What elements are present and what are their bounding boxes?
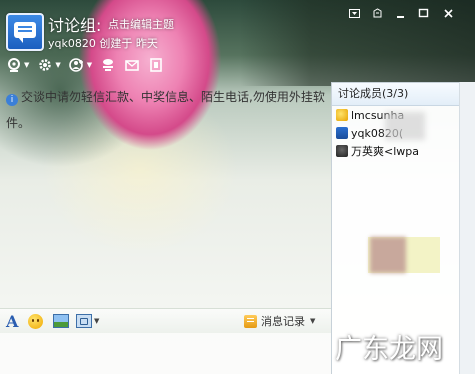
settings-icon [39, 59, 52, 71]
edit-subject-link[interactable]: 点击编辑主题 [108, 16, 174, 32]
close-icon[interactable] [438, 6, 459, 20]
message-history-button[interactable]: 消息记录 ▼ [244, 313, 315, 329]
member-profile-thumbnail [368, 237, 440, 273]
add-member-button[interactable]: ▼ [68, 56, 92, 74]
input-toolbar: A ▼ 消息记录 ▼ [0, 308, 331, 333]
add-member-icon [68, 58, 83, 72]
share-button[interactable] [100, 56, 116, 74]
security-notice: i 交谈中请勿轻信汇款、中奖信息、陌生电话,勿使用外挂软件。 [6, 84, 326, 136]
redacted-area [385, 112, 425, 140]
emoji-button[interactable] [28, 313, 43, 329]
security-notice-text: 交谈中请勿轻信汇款、中奖信息、陌生电话,勿使用外挂软件。 [6, 90, 325, 130]
group-avatar-icon[interactable] [6, 13, 44, 51]
message-history-label: 消息记录 [261, 315, 305, 328]
group-title: 讨论组: [48, 16, 102, 35]
emoji-icon [28, 313, 43, 329]
maximize-icon[interactable] [415, 6, 432, 20]
mail-icon [125, 60, 139, 71]
chevron-down-icon: ▼ [310, 317, 316, 325]
history-icon [244, 314, 257, 328]
window-controls [346, 6, 459, 20]
video-call-button[interactable]: ▼ [6, 56, 29, 74]
file-icon [150, 58, 162, 72]
info-icon: i [6, 94, 18, 106]
message-input[interactable] [0, 333, 331, 374]
member-name: 万英爽<lwpa [351, 145, 419, 158]
screenshot-button[interactable]: ▼ [76, 313, 99, 329]
minimize-icon[interactable] [392, 6, 409, 20]
screenshot-icon [76, 314, 92, 328]
chevron-down-icon: ▼ [94, 317, 100, 325]
image-icon [53, 314, 69, 328]
font-button[interactable]: A [6, 312, 18, 331]
watermark: 广东龙网 [335, 334, 443, 365]
video-call-icon [8, 58, 20, 72]
dropdown-menu-icon[interactable] [346, 6, 363, 20]
member-avatar [336, 145, 348, 157]
file-button[interactable] [148, 56, 164, 74]
creator-info: yqk0820 创建于 昨天 [48, 37, 158, 50]
member-scrollbar[interactable] [459, 82, 475, 374]
member-panel-header: 讨论成员(3/3) [332, 83, 460, 106]
discussion-group-window: 讨论组: 点击编辑主题 yqk0820 创建于 昨天 ▼ ▼ ▼ i 交谈中请勿… [0, 0, 475, 374]
member-avatar [336, 109, 348, 121]
skin-icon[interactable] [369, 6, 386, 20]
mail-button[interactable] [124, 56, 140, 74]
settings-button[interactable]: ▼ [37, 56, 61, 74]
image-button[interactable] [53, 313, 69, 329]
member-item[interactable]: 万英爽<lwpa [332, 142, 460, 160]
member-avatar [336, 127, 348, 139]
share-icon [103, 59, 114, 71]
top-toolbar: ▼ ▼ ▼ [6, 56, 164, 74]
